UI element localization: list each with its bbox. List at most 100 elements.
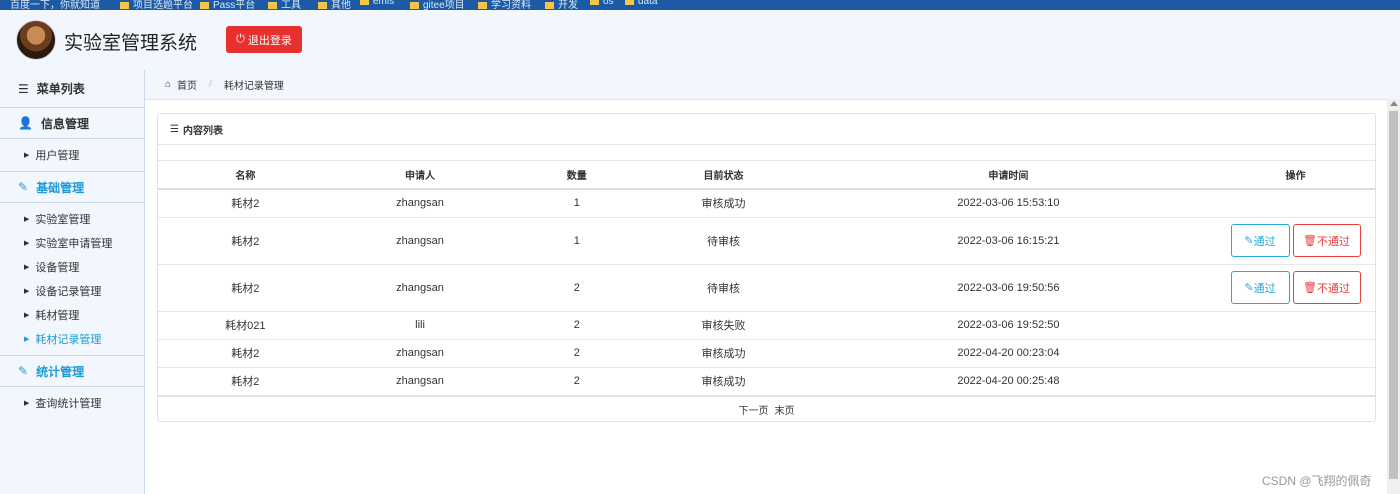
- home-icon: ⌂: [165, 79, 172, 90]
- sidebar-item-consumable-record[interactable]: ▶ 耗材记录管理: [0, 327, 144, 351]
- cell-ops: [1216, 189, 1375, 218]
- sidebar-group-info[interactable]: 👤 信息管理: [0, 108, 144, 139]
- vertical-scrollbar[interactable]: [1387, 99, 1400, 494]
- table-row: 耗材2 zhangsan 1 审核成功 2022-03-06 15:53:10: [158, 189, 1375, 218]
- table-row: 耗材2 zhangsan 2 审核成功 2022-04-20 00:23:04: [158, 339, 1375, 368]
- cell-time: 2022-03-06 16:15:21: [800, 217, 1217, 265]
- folder-icon: [318, 1, 327, 9]
- approve-button[interactable]: ✎ 通过: [1230, 224, 1290, 257]
- bookmark-item[interactable]: 工具: [268, 0, 301, 10]
- menu-title-label: 菜单列表: [36, 82, 85, 96]
- cell-status: 审核成功: [646, 367, 801, 396]
- sidebar-submenu: ▶ 实验室管理 ▶ 实验室申请管理 ▶ 设备管理 ▶ 设备记录管理 ▶ 耗材管理 ▶ 耗材记…: [0, 203, 144, 356]
- caret-right-icon: ▶: [24, 312, 30, 319]
- sidebar-item-device-record[interactable]: ▶ 设备记录管理: [0, 279, 144, 303]
- bookmark-item[interactable]: data: [625, 0, 657, 8]
- logout-button[interactable]: ⏻ 退出登录: [226, 26, 302, 53]
- caret-right-icon: ▶: [24, 240, 30, 247]
- edit-icon: ✎: [1244, 282, 1254, 294]
- list-icon: ☰: [18, 81, 29, 96]
- bookmark-item[interactable]: gitee项目: [410, 0, 465, 10]
- logout-label: 退出登录: [247, 34, 292, 47]
- sidebar-item-query-stats[interactable]: ▶ 查询统计管理: [0, 391, 144, 415]
- cell-ops: [1216, 367, 1375, 396]
- sidebar-group-stats[interactable]: ✎ 统计管理: [0, 356, 144, 387]
- edit-icon: ✎: [1244, 235, 1254, 247]
- cell-time: 2022-04-20 00:25:48: [800, 367, 1217, 396]
- folder-icon: [590, 0, 599, 5]
- cell-qty: 1: [507, 217, 647, 265]
- reject-button[interactable]: 🗑 不通过: [1292, 224, 1361, 257]
- table-row: 耗材2 zhangsan 1 待审核 2022-03-06 16:15:21 ✎…: [158, 217, 1375, 265]
- sidebar-item-device[interactable]: ▶ 设备管理: [0, 255, 144, 279]
- sidebar-group-basic[interactable]: ✎ 基础管理: [0, 172, 144, 203]
- sidebar-item-label: 设备管理: [35, 262, 80, 274]
- breadcrumb-home[interactable]: 首页: [177, 77, 197, 92]
- panel-toolbar: [158, 145, 1375, 161]
- cell-qty: 1: [507, 189, 647, 218]
- cell-ops: [1216, 339, 1375, 368]
- breadcrumb: ⌂ 首页 / 耗材记录管理: [165, 77, 284, 92]
- app-title: 实验室管理系统: [64, 33, 198, 54]
- sidebar-group-label: 统计管理: [36, 364, 85, 379]
- table-row: 耗材2 zhangsan 2 审核成功 2022-04-20 00:25:48: [158, 367, 1375, 396]
- bookmark-item[interactable]: 其他: [318, 0, 351, 10]
- sidebar-group-label: 信息管理: [40, 116, 89, 131]
- user-icon: 👤: [18, 116, 33, 130]
- cell-time: 2022-03-06 19:52:50: [800, 311, 1217, 340]
- next-page-link[interactable]: 下一页: [739, 402, 769, 417]
- scrollbar-thumb[interactable]: [1389, 111, 1398, 479]
- folder-icon: [200, 1, 209, 9]
- cell-qty: 2: [507, 311, 647, 340]
- sidebar-item-lab-apply[interactable]: ▶ 实验室申请管理: [0, 231, 144, 255]
- sidebar-group-label: 基础管理: [36, 180, 85, 195]
- folder-icon: [268, 1, 277, 9]
- folder-icon: [360, 0, 369, 5]
- cell-time: 2022-04-20 00:23:04: [800, 339, 1217, 368]
- sidebar-item-lab[interactable]: ▶ 实验室管理: [0, 207, 144, 231]
- bookmark-item[interactable]: emis: [360, 0, 394, 8]
- cell-time: 2022-03-06 15:53:10: [800, 189, 1217, 218]
- breadcrumb-separator: /: [209, 79, 212, 90]
- column-header: 目前状态: [646, 161, 801, 190]
- cell-qty: 2: [507, 264, 647, 312]
- cell-applicant: zhangsan: [332, 189, 508, 218]
- trash-icon: 🗑: [1303, 235, 1317, 247]
- bookmark-item[interactable]: 百度一下，你就知道: [10, 0, 100, 10]
- sidebar-item-consumable[interactable]: ▶ 耗材管理: [0, 303, 144, 327]
- sidebar-item-label: 实验室申请管理: [35, 238, 113, 250]
- sidebar-item-label: 耗材记录管理: [35, 334, 102, 346]
- cell-name: 耗材2: [158, 189, 333, 218]
- scroll-up-arrow-icon[interactable]: [1390, 101, 1398, 106]
- cell-status: 待审核: [646, 264, 801, 312]
- last-page-link[interactable]: 末页: [775, 402, 795, 417]
- sidebar-submenu: ▶ 查询统计管理: [0, 387, 144, 419]
- cell-applicant: zhangsan: [332, 339, 508, 368]
- table-header-row: 名称 申请人 数量 目前状态 申请时间 操作: [158, 161, 1375, 190]
- sidebar-submenu: ▶ 用户管理: [0, 139, 144, 172]
- column-header: 申请人: [332, 161, 508, 190]
- sidebar-item-users[interactable]: ▶ 用户管理: [0, 143, 144, 167]
- column-header: 申请时间: [800, 161, 1217, 190]
- reject-button[interactable]: 🗑 不通过: [1292, 271, 1361, 304]
- bookmark-item[interactable]: os: [590, 0, 614, 8]
- reject-label: 不通过: [1317, 235, 1350, 248]
- row-actions: ✎ 通过 🗑 不通过: [1216, 271, 1375, 304]
- bookmark-item[interactable]: Pass平台: [200, 0, 255, 10]
- records-table: 名称 申请人 数量 目前状态 申请时间 操作 耗材2 zhangsan 1 审核…: [158, 161, 1375, 396]
- folder-icon: [625, 0, 634, 5]
- pagination: 下一页 末页: [158, 395, 1375, 422]
- breadcrumb-current: 耗材记录管理: [223, 81, 284, 92]
- bookmark-item[interactable]: 开发: [545, 0, 578, 10]
- approve-button[interactable]: ✎ 通过: [1230, 271, 1290, 304]
- folder-icon: [410, 1, 419, 9]
- panel-header: ☰ 内容列表: [158, 114, 1375, 145]
- cell-ops: ✎ 通过 🗑 不通过: [1216, 217, 1375, 265]
- bookmark-item[interactable]: 项目选题平台: [120, 0, 193, 10]
- bookmark-item[interactable]: 学习资料: [478, 0, 531, 10]
- caret-right-icon: ▶: [24, 288, 30, 295]
- panel-title: 内容列表: [182, 125, 223, 137]
- cell-status: 审核成功: [646, 339, 801, 368]
- content-panel: ☰ 内容列表 名称 申请人 数量 目前状态 申请时间 操作 耗材2 zhangs…: [157, 113, 1376, 422]
- table-row: 耗材021 lili 2 审核失败 2022-03-06 19:52:50: [158, 311, 1375, 340]
